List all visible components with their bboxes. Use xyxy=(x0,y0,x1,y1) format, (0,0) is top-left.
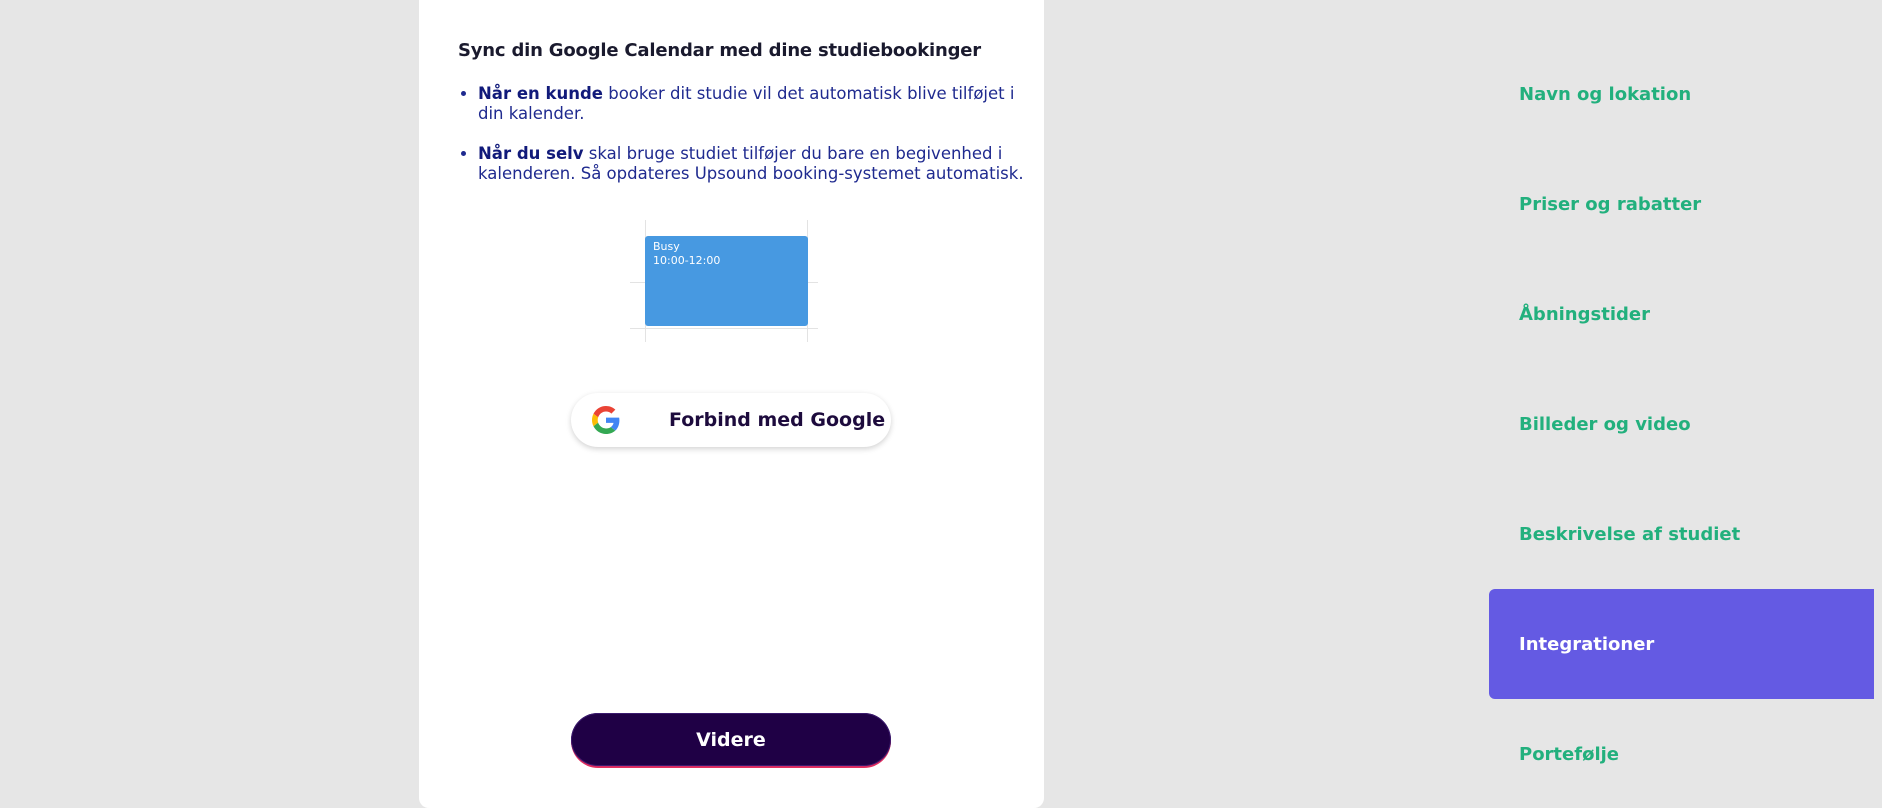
calendar-event-title: Busy xyxy=(653,240,680,253)
nav-item-integrations[interactable]: Integrationer xyxy=(1489,589,1874,699)
calendar-illustration: Busy 10:00-12:00 xyxy=(630,218,818,343)
list-item: Når en kunde booker dit studie vil det a… xyxy=(478,84,1038,124)
connect-google-label: Forbind med Google xyxy=(669,409,886,431)
grid-line xyxy=(630,328,818,329)
calendar-event-time: 10:00-12:00 xyxy=(653,254,721,267)
list-item-bold: Når en kunde xyxy=(478,84,603,103)
card-title: Sync din Google Calendar med dine studie… xyxy=(458,40,981,61)
nav-item-description[interactable]: Beskrivelse af studiet xyxy=(1489,479,1874,589)
feature-list: Når en kunde booker dit studie vil det a… xyxy=(458,84,1038,204)
integration-card: Sync din Google Calendar med dine studie… xyxy=(419,0,1044,808)
nav-item-images-video[interactable]: Billeder og video xyxy=(1489,369,1874,479)
nav-item-opening-hours[interactable]: Åbningstider xyxy=(1489,259,1874,369)
page: Sync din Google Calendar med dine studie… xyxy=(0,0,1882,808)
nav-item-portfolio[interactable]: Portefølje xyxy=(1489,699,1874,808)
calendar-event: Busy 10:00-12:00 xyxy=(645,236,808,326)
step-navigation: Navn og lokation Priser og rabatter Åbni… xyxy=(1489,39,1874,808)
list-item-bold: Når du selv xyxy=(478,144,584,163)
connect-google-button[interactable]: Forbind med Google xyxy=(571,393,891,447)
next-button[interactable]: Videre xyxy=(571,713,891,767)
nav-item-prices[interactable]: Priser og rabatter xyxy=(1489,149,1874,259)
google-g-icon xyxy=(592,406,620,434)
nav-item-name-location[interactable]: Navn og lokation xyxy=(1489,39,1874,149)
list-item: Når du selv skal bruge studiet tilføjer … xyxy=(478,144,1038,184)
